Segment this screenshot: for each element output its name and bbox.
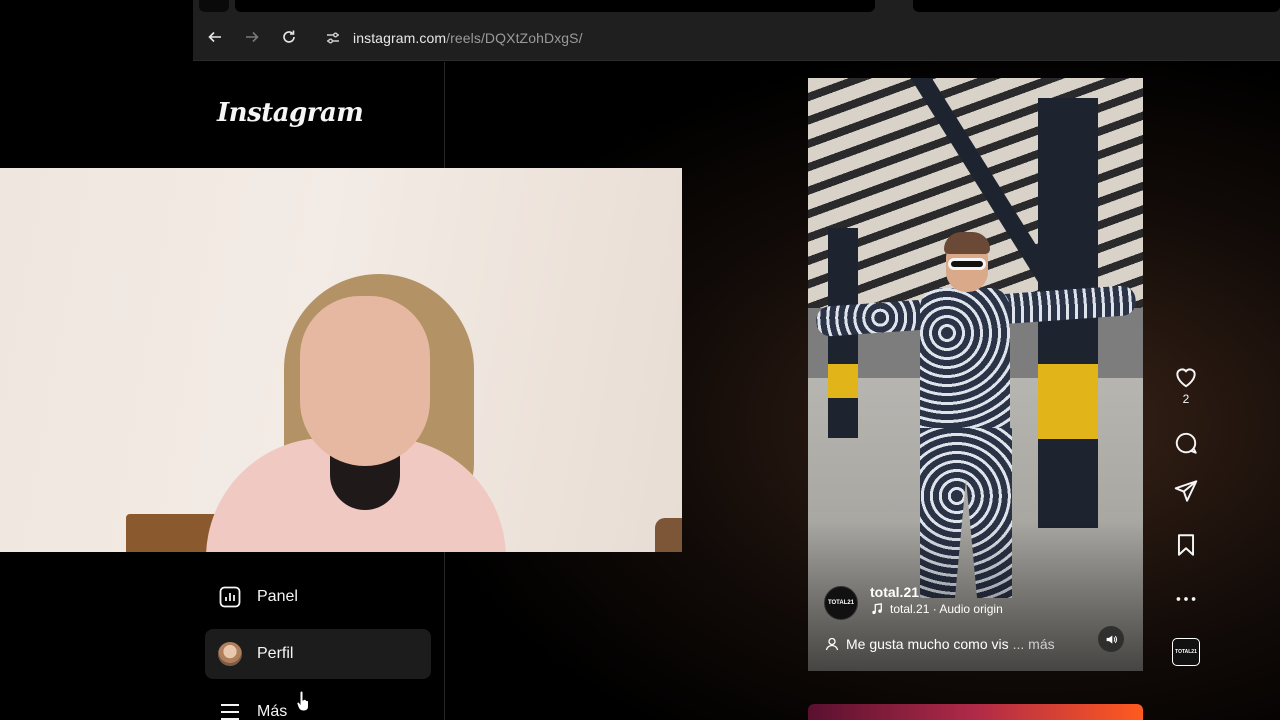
audio-link[interactable]: total.21 · Audio origin [870, 602, 1003, 616]
sidebar-item-label: Panel [257, 588, 298, 605]
address-bar[interactable]: instagram.com/reels/DQXtZohDxgS/ [315, 23, 1275, 53]
collaborator-icon [825, 637, 839, 651]
more-dots-icon [1176, 597, 1196, 601]
audio-label: total.21 · Audio origin [890, 602, 1003, 616]
heart-icon [1176, 368, 1196, 388]
dashboard-icon [217, 584, 243, 610]
bookmark-icon [1177, 534, 1195, 556]
account-avatar[interactable]: TOTAL21 [824, 586, 858, 620]
caption[interactable]: Me gusta mucho como vis ... más [824, 636, 1055, 652]
forward-button[interactable] [240, 25, 264, 49]
reel-video[interactable]: TOTAL21 total.21 total.21 · Audio origin… [808, 78, 1143, 671]
site-settings-icon[interactable] [325, 30, 341, 46]
music-note-icon [872, 603, 882, 615]
mute-toggle-button[interactable] [1098, 626, 1124, 652]
reload-button[interactable] [277, 25, 301, 49]
sidebar-item-label: Perfil [257, 645, 294, 662]
caption-text: Me gusta mucho como vis [846, 636, 1009, 652]
arrow-right-icon [246, 31, 259, 43]
comment-button[interactable] [1168, 430, 1204, 456]
speaker-icon [1106, 634, 1117, 644]
reload-icon [283, 30, 295, 43]
browser-tab[interactable] [235, 0, 875, 12]
arrow-left-icon [208, 31, 221, 43]
browser-tab[interactable] [199, 0, 229, 12]
account-name[interactable]: total.21 [870, 584, 919, 600]
url-host: instagram.com [353, 30, 447, 46]
menu-icon [217, 699, 243, 720]
instagram-logo[interactable]: Instagram [217, 98, 364, 128]
tab-strip [193, 0, 1280, 14]
caption-more-link[interactable]: ... más [1013, 636, 1055, 652]
share-button[interactable] [1168, 478, 1204, 504]
sidebar-item-more[interactable]: Más [205, 687, 431, 720]
like-count: 2 [1182, 392, 1190, 406]
more-options-button[interactable] [1168, 586, 1204, 612]
sidebar-item-panel[interactable]: Panel [205, 572, 431, 622]
like-button[interactable]: 2 [1168, 364, 1204, 406]
hand-cursor-icon [296, 690, 309, 712]
save-button[interactable] [1168, 532, 1204, 558]
browser-tab[interactable] [913, 0, 1280, 12]
send-icon [1174, 480, 1198, 502]
url-path: /reels/DQXtZohDxgS/ [446, 30, 583, 46]
audio-thumbnail: TOTAL21 [1172, 638, 1200, 666]
webcam-overlay [0, 168, 682, 552]
comment-icon [1175, 432, 1197, 454]
back-button[interactable] [203, 25, 227, 49]
audio-thumbnail-button[interactable]: TOTAL21 [1168, 638, 1204, 666]
next-reel-preview[interactable] [808, 704, 1143, 720]
sidebar-item-profile[interactable]: Perfil [205, 629, 431, 679]
sidebar-item-label: Más [257, 703, 288, 720]
avatar [217, 641, 243, 667]
url-text: instagram.com/reels/DQXtZohDxgS/ [353, 30, 583, 46]
browser-toolbar: instagram.com/reels/DQXtZohDxgS/ [193, 14, 1280, 61]
